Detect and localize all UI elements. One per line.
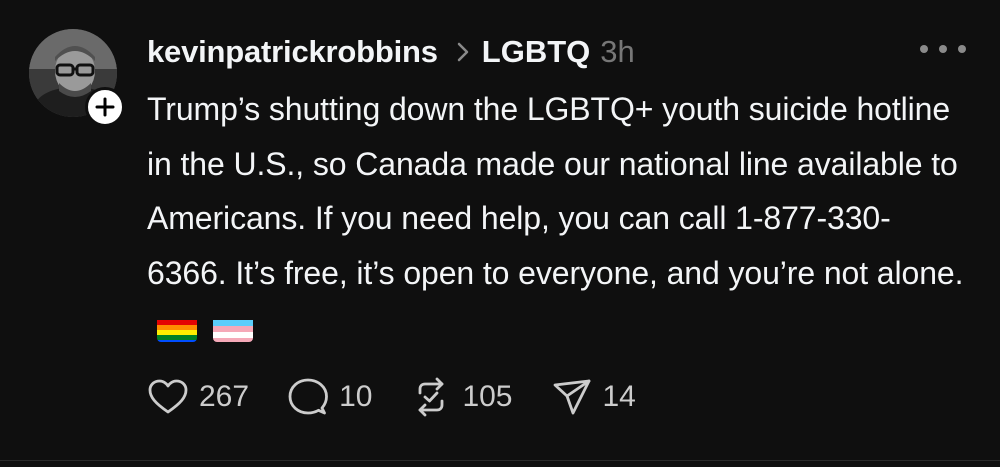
thread-post[interactable]: kevinpatrickrobbins LGBTQ 3h Trump’s shu… (0, 0, 1000, 461)
transgender-flag-emoji (213, 312, 253, 342)
plus-icon (95, 97, 115, 117)
chevron-right-icon (456, 41, 470, 63)
author-avatar-group[interactable] (29, 29, 125, 127)
paper-plane-icon (553, 379, 590, 415)
post-actions: 267 10 105 14 (147, 374, 674, 420)
repost-count: 105 (462, 380, 513, 413)
post-text: Trump’s shutting down the LGBTQ+ youth s… (147, 91, 964, 291)
follow-button[interactable] (85, 87, 125, 127)
reply-button[interactable]: 10 (287, 377, 372, 417)
rainbow-flag-emoji (157, 312, 197, 342)
more-dot (958, 45, 966, 53)
more-dots-icon (920, 45, 928, 53)
speech-bubble-icon (288, 378, 328, 415)
repost-icon (419, 377, 444, 417)
more-options-button[interactable] (920, 34, 966, 64)
repost-button[interactable]: 105 (410, 377, 513, 417)
post-body: Trump’s shutting down the LGBTQ+ youth s… (147, 82, 967, 355)
author-username[interactable]: kevinpatrickrobbins (147, 34, 438, 70)
post-header: kevinpatrickrobbins LGBTQ 3h (147, 28, 635, 76)
share-button[interactable]: 14 (551, 377, 636, 417)
community-link[interactable]: LGBTQ (482, 34, 591, 70)
reply-count: 10 (339, 380, 373, 413)
share-count: 14 (602, 380, 636, 413)
like-count: 267 (199, 380, 250, 413)
post-divider (0, 460, 1000, 461)
like-button[interactable]: 267 (147, 378, 249, 416)
more-dot (939, 45, 947, 53)
post-timestamp: 3h (600, 34, 635, 69)
heart-icon (148, 379, 188, 414)
